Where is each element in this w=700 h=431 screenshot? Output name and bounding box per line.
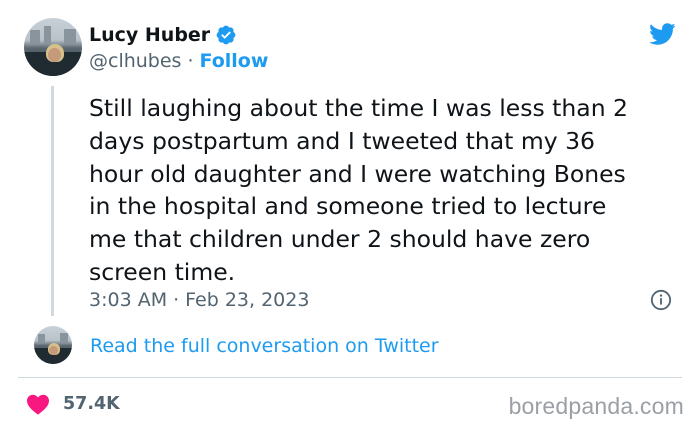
twitter-bird-icon[interactable] bbox=[646, 20, 678, 48]
tweet-text: Still laughing about the time I was less… bbox=[89, 94, 629, 286]
author-handle[interactable]: @clhubes bbox=[89, 50, 181, 72]
author-handle-row: @clhubes · Follow bbox=[89, 48, 268, 74]
reply-avatar[interactable] bbox=[34, 326, 72, 364]
thread-line bbox=[51, 86, 54, 316]
author-name[interactable]: Lucy Huber bbox=[89, 24, 210, 46]
separator-dot: · bbox=[187, 50, 194, 72]
tweet-time[interactable]: 3:03 AM bbox=[89, 289, 167, 311]
verified-badge-icon bbox=[216, 25, 236, 45]
author-avatar[interactable] bbox=[24, 18, 82, 76]
follow-button[interactable]: Follow bbox=[200, 50, 269, 72]
separator-dot: · bbox=[173, 289, 180, 311]
watermark: boredpanda.com bbox=[508, 393, 684, 419]
heart-icon[interactable] bbox=[26, 393, 50, 415]
author-name-row[interactable]: Lucy Huber bbox=[89, 22, 237, 48]
like-button[interactable]: 57.4K bbox=[26, 391, 120, 417]
like-count: 57.4K bbox=[63, 394, 120, 414]
info-icon[interactable] bbox=[650, 289, 672, 311]
tweet-date[interactable]: Feb 23, 2023 bbox=[185, 289, 309, 311]
divider bbox=[18, 377, 682, 378]
tweet-timestamp[interactable]: 3:03 AM · Feb 23, 2023 bbox=[89, 287, 309, 313]
read-conversation-link[interactable]: Read the full conversation on Twitter bbox=[90, 333, 439, 359]
